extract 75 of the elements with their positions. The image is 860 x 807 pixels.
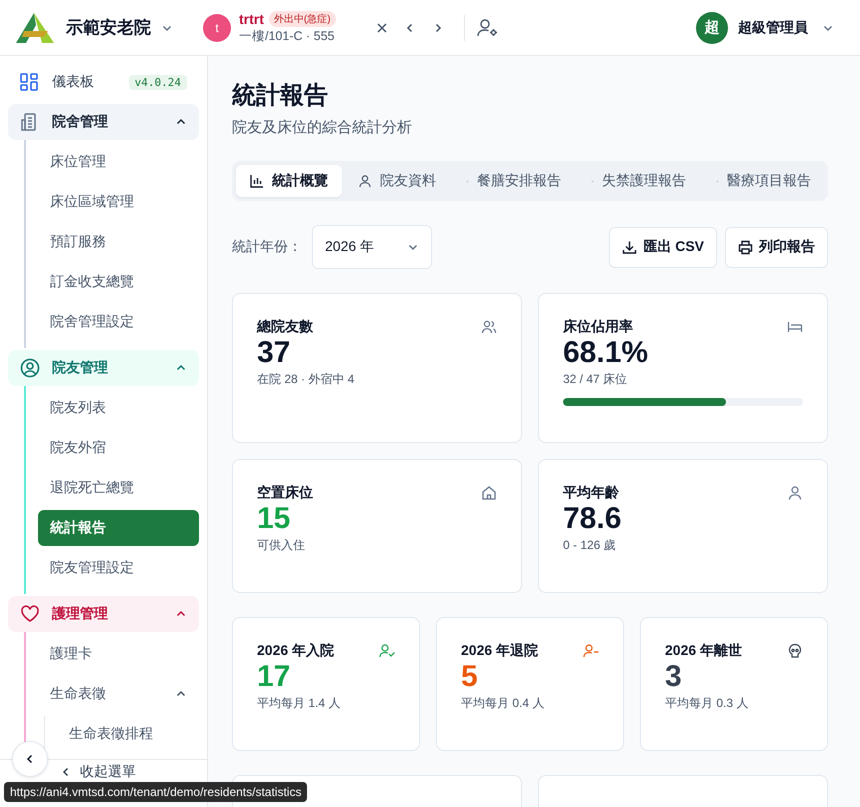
stat-value: 37 (257, 336, 290, 369)
resident-name: trtrt (239, 10, 264, 26)
stat-label: 2026 年離世 (665, 642, 742, 660)
dashboard-icon (20, 73, 38, 91)
resident-avatar: t (203, 14, 231, 42)
stat-note: 可供入住 (257, 538, 305, 552)
menu-item[interactable]: 護理卡 (38, 636, 199, 672)
menu-item[interactable]: 院友管理設定 (38, 550, 199, 586)
sidebar-toggle-button[interactable] (12, 741, 48, 777)
menu-item[interactable]: 生命表徵 (38, 676, 199, 712)
stat-label: 2026 年入院 (257, 642, 334, 660)
stat-value: 3 (665, 660, 682, 693)
user-icon (787, 485, 803, 501)
stat-value: 68.1% (563, 336, 648, 369)
skull-icon (787, 643, 803, 659)
stat-note: 平均每月 1.4 人 (257, 696, 340, 710)
user-minus-icon (583, 643, 599, 659)
page-subtitle: 院友及床位的綜合統計分析 (232, 118, 412, 137)
stat-note: 在院 28 · 外宿中 4 (257, 372, 354, 386)
menu-item[interactable]: 生命表徵排程 (57, 716, 199, 752)
report-tab[interactable]: 醫療項目報告 (702, 165, 825, 197)
logo-icon (14, 10, 56, 44)
bed-icon (787, 319, 803, 335)
menu-item[interactable]: 預訂服務 (38, 224, 199, 260)
stat-note: 0 - 126 歲 (563, 538, 616, 552)
menu-item[interactable]: 院友列表 (38, 390, 199, 426)
menu-group[interactable]: 院友管理 (8, 350, 199, 386)
menu-item[interactable]: 訂金收支總覽 (38, 264, 199, 300)
print-report-button[interactable]: 列印報告 (725, 226, 828, 268)
year-select[interactable]: 2026 年 (312, 225, 432, 269)
stat-label: 床位佔用率 (563, 318, 633, 336)
menu-item[interactable]: 床位管理 (38, 144, 199, 180)
home-icon (481, 485, 497, 501)
resident-location: 一樓/101-C · 555 (239, 28, 336, 44)
user-name: 超級管理員 (738, 18, 808, 36)
report-tab[interactable]: 餐膳安排報告 (452, 165, 575, 197)
printer-icon (738, 240, 753, 254)
stat-value: 17 (257, 660, 290, 693)
status-badge: 外出中(急症) (268, 10, 336, 26)
stat-note: 平均每月 0.4 人 (461, 696, 544, 710)
download-icon (622, 240, 638, 254)
stat-value: 15 (257, 502, 290, 535)
report-tab[interactable]: 統計概覽 (236, 165, 342, 197)
report-tab[interactable]: 失禁護理報告 (577, 165, 700, 197)
menu-item[interactable]: 統計報告 (38, 510, 199, 546)
year-label: 統計年份： (232, 238, 302, 256)
export-csv-button[interactable]: 匯出 CSV (609, 226, 717, 268)
collapse-menu-button[interactable]: 收起選單 (60, 763, 136, 781)
user-check-icon (379, 643, 395, 659)
menu-item[interactable]: 院舍管理設定 (38, 304, 199, 340)
user-icon (358, 174, 372, 188)
bar-chart-icon (250, 174, 264, 188)
link-url-tooltip: https://ani4.vmtsd.com/tenant/demo/residents/statistics (4, 782, 308, 802)
organization-name: 示範安老院 (66, 17, 151, 39)
stat-note: 平均每月 0.3 人 (665, 696, 748, 710)
menu-item[interactable]: 院友外宿 (38, 430, 199, 466)
stat-label: 總院友數 (257, 318, 313, 336)
page-title: 統計報告 (232, 81, 328, 111)
stat-label: 平均年齡 (563, 484, 619, 502)
stat-note: 32 / 47 床位 (563, 372, 628, 386)
stat-value: 5 (461, 660, 478, 693)
user-gear-icon (476, 18, 499, 38)
close-icon (376, 22, 388, 34)
menu-item[interactable]: 床位區域管理 (38, 184, 199, 220)
user-avatar: 超 (696, 12, 728, 44)
stat-value: 78.6 (563, 502, 622, 535)
dashboard-link[interactable]: 儀表板 v4.0.24 (8, 62, 199, 102)
stat-label: 2026 年退院 (461, 642, 538, 660)
menu-item[interactable]: 退院死亡總覽 (38, 470, 199, 506)
stat-label: 空置床位 (257, 484, 313, 502)
menu-group[interactable]: 護理管理 (8, 596, 199, 632)
menu-group[interactable]: 院舍管理 (8, 104, 199, 140)
users-icon (481, 319, 497, 335)
version-badge: v4.0.24 (128, 74, 187, 90)
report-tab[interactable]: 院友資料 (344, 165, 450, 197)
